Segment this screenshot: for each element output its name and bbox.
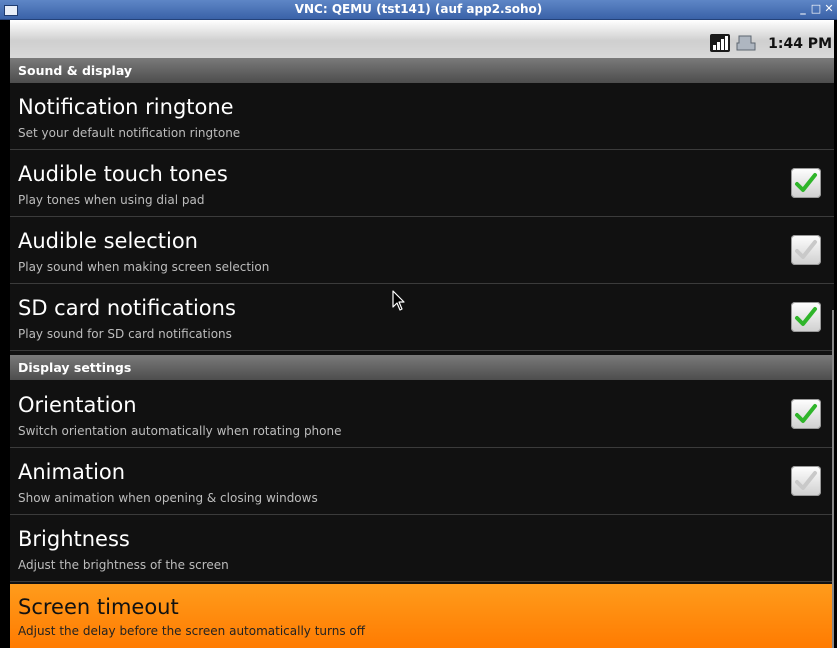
close-button[interactable]: ✕: [823, 3, 835, 15]
pref-notification-ringtone[interactable]: Notification ringtone Set your default n…: [10, 83, 834, 150]
pref-orientation[interactable]: Orientation Switch orientation automatic…: [10, 381, 834, 448]
pref-summary: Switch orientation automatically when ro…: [18, 424, 342, 438]
android-screen: 1:44 PM Sound & display Notification rin…: [10, 20, 834, 648]
pref-summary: Adjust the brightness of the screen: [18, 558, 229, 572]
pref-summary: Set your default notification ringtone: [18, 126, 241, 140]
usb-debug-icon: [736, 35, 756, 51]
checkbox-unchecked[interactable]: [791, 466, 821, 496]
pref-summary: Adjust the delay before the screen autom…: [18, 624, 366, 638]
pref-sd-card-notifications[interactable]: SD card notifications Play sound for SD …: [10, 284, 834, 351]
pref-title: SD card notifications: [18, 296, 236, 320]
scrollbar[interactable]: [832, 310, 834, 648]
pref-animation[interactable]: Animation Show animation when opening & …: [10, 448, 834, 515]
screen-title: Sound & display: [10, 58, 834, 83]
pref-summary: Play sound when making screen selection: [18, 260, 270, 274]
pref-title: Orientation: [18, 393, 137, 417]
pref-brightness[interactable]: Brightness Adjust the brightness of the …: [10, 515, 834, 582]
pref-title: Animation: [18, 460, 126, 484]
signal-icon: [710, 34, 730, 52]
clock: 1:44 PM: [768, 36, 832, 52]
maximize-button[interactable]: □: [810, 3, 822, 15]
checkbox-checked[interactable]: [791, 399, 821, 429]
minimize-button[interactable]: _: [797, 3, 809, 15]
pref-title: Audible selection: [18, 229, 198, 253]
vnc-window-titlebar[interactable]: VNC: QEMU (tst141) (auf app2.soho) _ □ ✕: [0, 0, 837, 20]
pref-title: Screen timeout: [18, 595, 179, 619]
checkbox-checked[interactable]: [791, 302, 821, 332]
pref-title: Notification ringtone: [18, 95, 234, 119]
checkbox-checked[interactable]: [791, 168, 821, 198]
pref-title: Brightness: [18, 527, 130, 551]
pref-summary: Show animation when opening & closing wi…: [18, 491, 318, 505]
pref-summary: Play tones when using dial pad: [18, 193, 205, 207]
checkbox-unchecked[interactable]: [791, 235, 821, 265]
pref-screen-timeout[interactable]: Screen timeout Adjust the delay before t…: [10, 584, 834, 648]
pref-summary: Play sound for SD card notifications: [18, 327, 232, 341]
window-title: VNC: QEMU (tst141) (auf app2.soho): [294, 2, 543, 16]
pref-audible-touch-tones[interactable]: Audible touch tones Play tones when usin…: [10, 150, 834, 217]
mouse-pointer-icon: [392, 290, 405, 311]
pref-audible-selection[interactable]: Audible selection Play sound when making…: [10, 217, 834, 284]
section-header-display-settings: Display settings: [10, 355, 834, 380]
pref-title: Audible touch tones: [18, 162, 228, 186]
status-bar[interactable]: 1:44 PM: [10, 20, 834, 58]
